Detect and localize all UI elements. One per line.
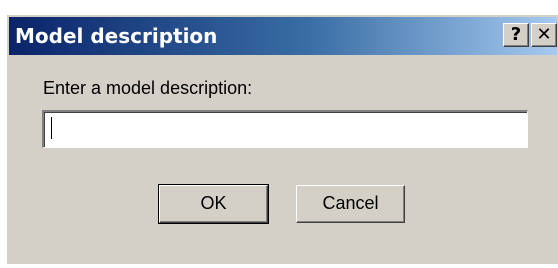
close-icon: ✕ <box>536 24 552 45</box>
cancel-button[interactable]: Cancel <box>296 185 405 223</box>
ok-button[interactable]: OK <box>158 184 269 224</box>
description-input[interactable] <box>42 110 528 148</box>
close-button[interactable]: ✕ <box>531 23 557 47</box>
title-bar[interactable]: Model description ? ✕ <box>9 17 557 55</box>
help-icon: ? <box>510 24 522 45</box>
text-caret <box>51 117 52 139</box>
help-button[interactable]: ? <box>503 23 529 47</box>
prompt-label: Enter a model description: <box>43 78 253 98</box>
dialog-title: Model description <box>15 24 218 48</box>
